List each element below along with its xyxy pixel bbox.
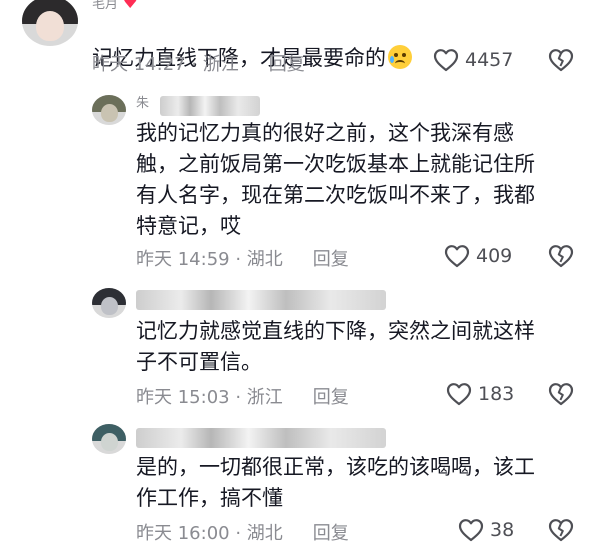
reply-button[interactable]: 回复	[269, 54, 305, 75]
comment-time: 昨天 15:03 · 浙江	[136, 387, 283, 408]
avatar[interactable]	[92, 95, 126, 125]
comment-text: 记忆力就感觉直线的下降，突然之间就这样 子不可置信。	[136, 319, 535, 374]
username-redaction	[136, 290, 386, 310]
like-count: 409	[476, 245, 513, 267]
comment-meta: 昨天 14:27 · 浙江 回复	[92, 50, 305, 76]
heart-outline-icon	[446, 383, 472, 406]
avatar[interactable]	[92, 288, 126, 318]
broken-heart-icon	[548, 383, 574, 406]
heart-outline-icon	[433, 49, 459, 72]
username-redaction	[136, 428, 386, 448]
heart-outline-icon	[458, 519, 484, 542]
like-button[interactable]: 38	[458, 518, 514, 542]
reply-button[interactable]: 回复	[313, 523, 349, 544]
dislike-button[interactable]	[548, 518, 574, 542]
avatar[interactable]	[22, 0, 78, 46]
like-count: 183	[478, 383, 515, 405]
comment-meta: 昨天 16:00 · 湖北 回复	[136, 519, 349, 545]
comment-time: 昨天 16:00 · 湖北	[136, 523, 283, 544]
like-count: 4457	[465, 49, 514, 71]
comment-meta: 昨天 14:59 · 湖北 回复	[136, 245, 349, 271]
broken-heart-icon	[548, 519, 574, 542]
comment-meta: 昨天 15:03 · 浙江 回复	[136, 383, 349, 409]
comment-time: 昨天 14:59 · 湖北	[136, 249, 283, 270]
comment-text: 是的，一切都很正常，该吃的该喝喝，该工 作工作，搞不懂	[136, 455, 535, 510]
reply-button[interactable]: 回复	[313, 249, 349, 270]
avatar[interactable]	[92, 424, 126, 454]
like-button[interactable]: 4457	[433, 48, 513, 72]
crying-face-emoji-icon	[388, 45, 412, 69]
like-button[interactable]: 183	[446, 382, 514, 406]
comment-text: 我的记忆力真的很好之前，这个我深有感 触，之前饭局第一次吃饭基本上就能记住所 有…	[136, 121, 535, 238]
dislike-button[interactable]	[548, 244, 574, 268]
broken-heart-icon	[548, 245, 574, 268]
reply-button[interactable]: 回复	[313, 387, 349, 408]
like-count: 38	[490, 519, 515, 541]
username-redaction	[160, 96, 260, 116]
comment-time: 昨天 14:27 · 浙江	[92, 54, 239, 75]
like-button[interactable]: 409	[444, 244, 512, 268]
dislike-button[interactable]	[548, 48, 574, 72]
broken-heart-icon	[548, 49, 574, 72]
heart-outline-icon	[444, 245, 470, 268]
dislike-button[interactable]	[548, 382, 574, 406]
